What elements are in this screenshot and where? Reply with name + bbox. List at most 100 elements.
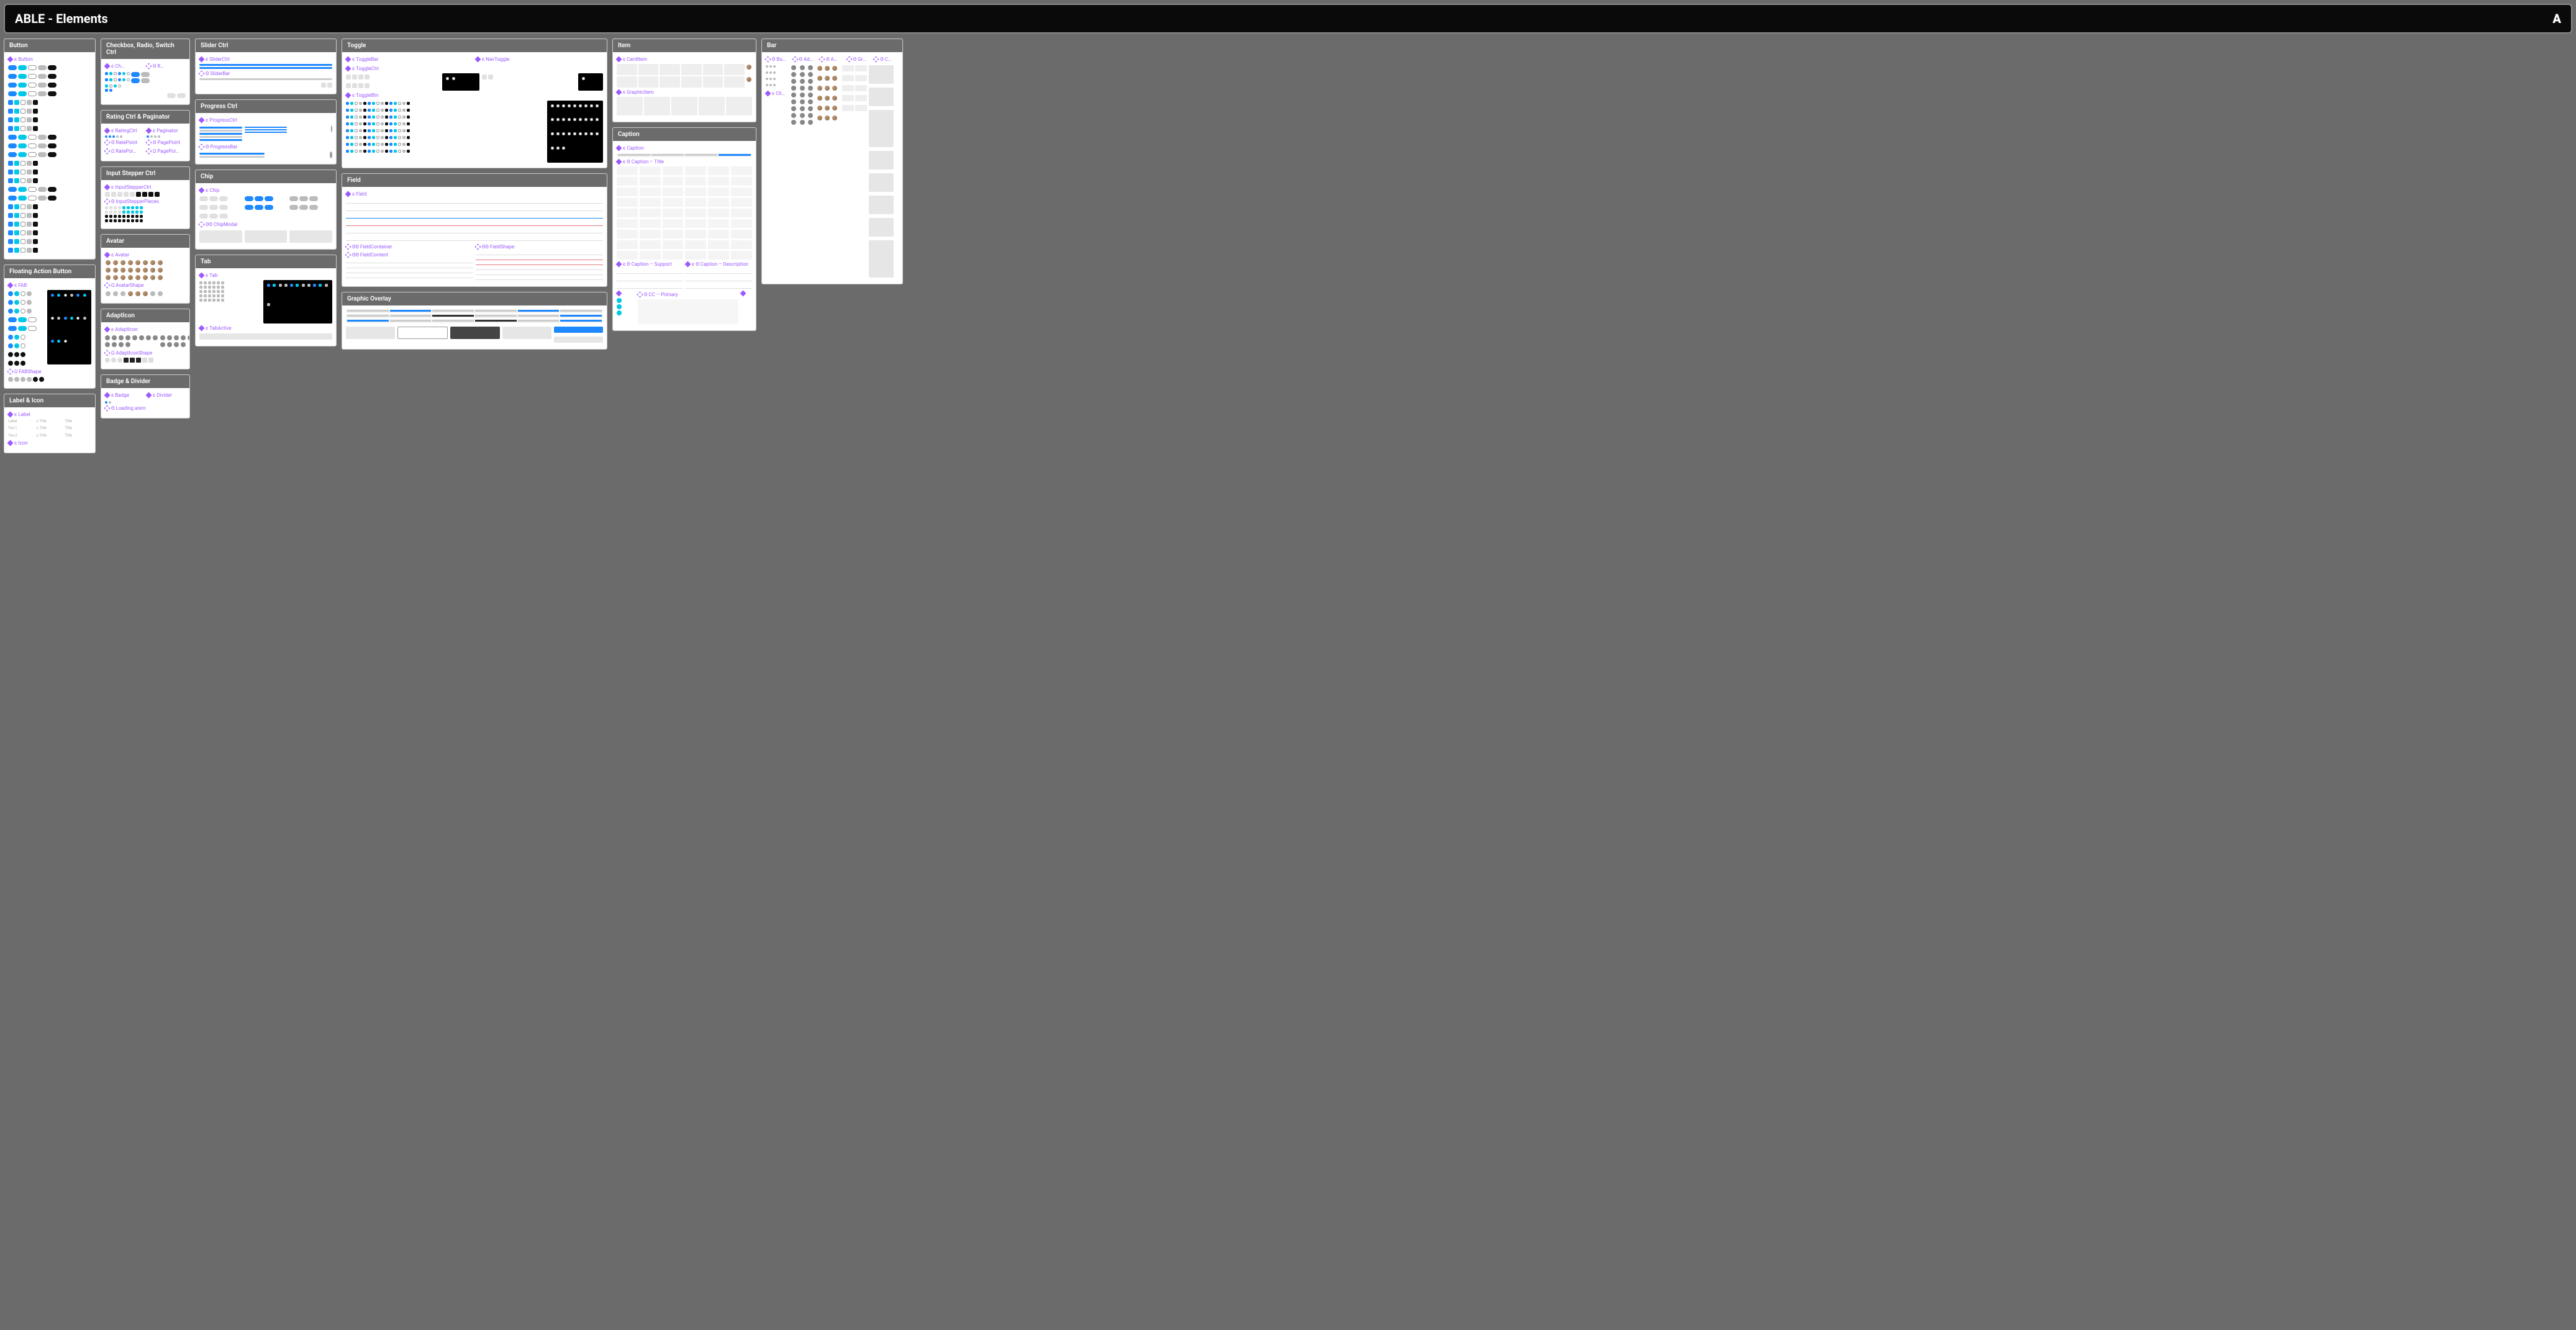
component-icon xyxy=(7,440,14,446)
component-label[interactable]: Θ A… xyxy=(820,56,845,63)
frame-caption[interactable]: Caption ε Caption ε Θ Caption – Title xyxy=(612,127,756,331)
frame-input-stepper[interactable]: Input Stepper Ctrl ε InputStepperCtrl Θ … xyxy=(101,166,190,229)
component-label[interactable]: ε ToggleCtrl xyxy=(346,65,603,72)
component-label[interactable]: ε Θ Caption – Support xyxy=(617,261,683,268)
component-label[interactable]: Θ R… xyxy=(147,63,186,70)
instance-icon xyxy=(104,199,111,205)
component-label[interactable]: ε GraphicItem xyxy=(617,89,752,96)
frame-adapticon[interactable]: AdaptIcon ε AdaptIcon Ω AdaptIconShape xyxy=(101,309,190,369)
component-label[interactable]: ε RatingCtrl xyxy=(105,127,144,134)
frame-item[interactable]: Item ε CardItem ε GraphicItem xyxy=(612,38,756,122)
component-icon xyxy=(345,191,351,197)
component-label[interactable]: ε InputStepperCtrl xyxy=(105,184,186,191)
frame-toggle[interactable]: Toggle ε ToggleBar ε NavToggle ε ToggleC… xyxy=(342,38,607,168)
frame-chip[interactable]: Chip ε Chip xyxy=(195,170,337,250)
component-label[interactable]: ε Θ Caption – Description xyxy=(686,261,752,268)
component-label[interactable]: ΘΘ FieldContent xyxy=(346,251,473,258)
component-label[interactable]: ε Tab xyxy=(199,272,332,279)
instance-icon xyxy=(199,71,205,77)
frame-slider[interactable]: Slider Ctrl ε SliderCtrl Θ SliderBar xyxy=(195,38,337,94)
component-label[interactable] xyxy=(617,291,635,296)
component-label[interactable]: ε Label xyxy=(8,411,91,418)
instance-icon xyxy=(345,252,351,258)
component-label[interactable]: Θ Bu… xyxy=(766,56,791,63)
column-2: Checkbox, Radio, Switch Ctrl ε Ch… Θ R… … xyxy=(101,38,190,418)
frame-rating[interactable]: Rating Ctrl & Paginator ε RatingCtrl Θ R… xyxy=(101,110,190,161)
instance-icon xyxy=(7,369,14,375)
component-label[interactable]: ε Field xyxy=(346,191,603,197)
instance-icon xyxy=(199,143,205,150)
frame-button[interactable]: Button ε Button xyxy=(4,38,96,260)
component-label[interactable]: ΘΘ FieldShape xyxy=(476,243,603,250)
component-label[interactable]: Θ Gr… xyxy=(847,56,872,63)
frame-avatar[interactable]: Avatar ε Avatar Ω AvatarShape xyxy=(101,234,190,303)
frame-label-icon[interactable]: Label & Icon ε Label Label ε Title Title… xyxy=(4,394,96,454)
component-label[interactable]: Ω AvatarShape xyxy=(105,282,186,289)
component-label[interactable]: ε CardItem xyxy=(617,56,752,63)
component-label[interactable]: Θ Loading anim xyxy=(105,405,186,412)
component-label[interactable] xyxy=(741,291,752,296)
component-label[interactable]: ε Badge xyxy=(105,392,144,399)
component-label[interactable]: ε Θ Caption – Title xyxy=(617,158,752,165)
button-variants-grid xyxy=(8,64,91,254)
frame-title: Label & Icon xyxy=(4,394,95,407)
frame-badge-divider[interactable]: Badge & Divider ε Badge ε Divider Θ Load… xyxy=(101,374,190,418)
frame-title: AdaptIcon xyxy=(101,309,189,322)
frame-checkbox[interactable]: Checkbox, Radio, Switch Ctrl ε Ch… Θ R… xyxy=(101,38,190,105)
component-label[interactable]: ε FAB xyxy=(8,282,91,289)
component-label[interactable]: Θ Ad… xyxy=(793,56,818,63)
component-label[interactable]: Θ InputStepperPieces xyxy=(105,198,186,205)
component-label[interactable]: Ω FABShape xyxy=(8,368,91,375)
frame-progress[interactable]: Progress Ctrl ε ProgressCtrl Θ ProgressB… xyxy=(195,99,337,164)
component-label[interactable]: ε Ch… xyxy=(766,90,789,97)
component-label[interactable]: Θ C… xyxy=(874,56,899,63)
frame-tab[interactable]: Tab ε Tab ε xyxy=(195,255,337,346)
frame-bar[interactable]: Bar Θ Bu… Θ Ad… Θ A… Θ Gr… Θ C… ε Ch… xyxy=(761,38,903,284)
component-label[interactable]: ε Avatar xyxy=(105,251,186,258)
component-label[interactable]: Ω AdaptIconShape xyxy=(105,350,186,356)
component-label[interactable]: Θ CC – Primary xyxy=(638,291,738,298)
component-label[interactable]: Θ SliderBar xyxy=(199,70,332,77)
column-1: Button ε Button xyxy=(4,38,96,453)
component-label[interactable]: ε ToggleBar xyxy=(346,56,473,63)
instance-icon xyxy=(637,292,643,298)
component-label[interactable]: ε AdaptIcon xyxy=(105,326,186,333)
frame-graphic-overlay[interactable]: Graphic Overlay xyxy=(342,292,607,350)
component-label[interactable]: ε Divider xyxy=(147,392,186,399)
frame-title: Slider Ctrl xyxy=(196,39,336,52)
component-label[interactable]: Θ PagePoint xyxy=(147,139,186,146)
column-3: Slider Ctrl ε SliderCtrl Θ SliderBar Pro… xyxy=(195,38,337,346)
instance-icon xyxy=(146,148,152,154)
instance-icon xyxy=(765,57,771,63)
component-label[interactable]: ε NavToggle xyxy=(476,56,603,63)
instance-icon xyxy=(104,283,111,289)
component-label[interactable]: ε ProgressCtrl xyxy=(199,117,332,124)
instance-icon xyxy=(792,57,798,63)
component-label[interactable]: ε Icon xyxy=(8,440,91,446)
component-label[interactable]: ε Chip xyxy=(199,187,332,194)
component-icon xyxy=(616,57,622,63)
component-label[interactable]: ε Caption xyxy=(617,145,752,152)
column-4: Toggle ε ToggleBar ε NavToggle ε ToggleC… xyxy=(342,38,607,350)
component-label[interactable]: ε TabActive xyxy=(199,325,332,332)
component-icon xyxy=(685,261,691,267)
component-label[interactable]: Ω RatePoi… xyxy=(105,148,144,155)
component-icon xyxy=(104,184,111,190)
instance-icon xyxy=(873,57,879,63)
component-label[interactable]: Ω PagePoi… xyxy=(147,148,186,155)
component-label[interactable]: ε Paginator xyxy=(147,127,186,134)
instance-icon xyxy=(104,350,111,356)
component-label[interactable]: ε ToggleBtn xyxy=(346,92,603,99)
component-icon xyxy=(475,57,481,63)
frame-fab[interactable]: Floating Action Button ε FAB xyxy=(4,265,96,388)
component-label[interactable]: ε Ch… xyxy=(105,63,144,70)
component-label[interactable]: ΘΘ FieldContainer xyxy=(346,243,473,250)
component-label[interactable]: Θ ProgressBar xyxy=(199,143,332,150)
component-icon xyxy=(199,187,205,193)
component-label[interactable]: ε SliderCtrl xyxy=(199,56,332,63)
component-label[interactable]: ΘΘ ChipModal xyxy=(199,221,332,228)
component-label[interactable]: Θ RatePoint xyxy=(105,139,144,146)
column-5: Item ε CardItem ε GraphicItem Caption ε … xyxy=(612,38,756,331)
component-label[interactable]: ε Button xyxy=(8,56,91,63)
frame-field[interactable]: Field ε Field ΘΘ FieldContainer ΘΘ Field… xyxy=(342,173,607,287)
